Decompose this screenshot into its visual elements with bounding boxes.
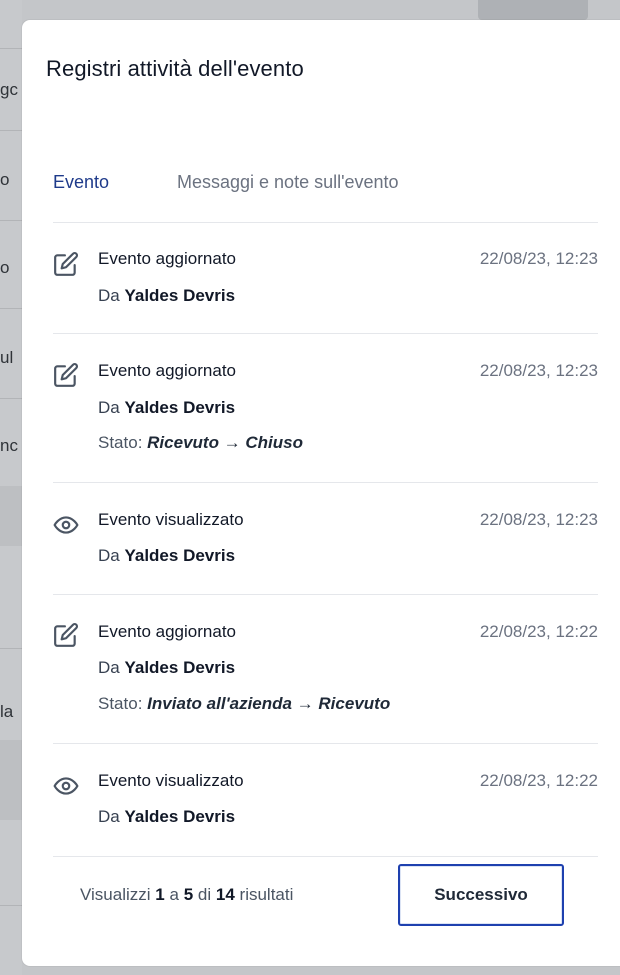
log-author-name: Yaldes Devris (124, 807, 236, 826)
log-timestamp: 22/08/23, 12:23 (479, 361, 598, 380)
background-text-fragment: o (0, 258, 10, 277)
log-title: Evento aggiornato (98, 249, 236, 268)
pagination-footer: Visualizzi 1 a 5 di 14 risultati Success… (22, 860, 620, 950)
log-timestamp: 22/08/23, 12:22 (479, 771, 598, 790)
log-author: Da Yaldes Devris (98, 807, 235, 827)
activity-log-modal: Registri attività dell'evento Evento Mes… (22, 20, 620, 966)
activity-log-list: Evento aggiornato 22/08/23, 12:23 Da Yal… (53, 223, 598, 857)
background-text-fragment: o (0, 170, 10, 189)
next-page-button[interactable]: Successivo (398, 864, 564, 926)
log-item: Evento aggiornato 22/08/23, 12:23 Da Yal… (53, 334, 598, 483)
log-author-name: Yaldes Devris (124, 546, 236, 565)
background-row-divider (0, 220, 22, 221)
results-sep: di (197, 885, 212, 904)
status-label: Stato: (98, 433, 143, 452)
modal-title: Registri attività dell'evento (46, 56, 304, 81)
log-timestamp: 22/08/23, 12:23 (479, 510, 598, 529)
results-total: 14 (215, 885, 235, 904)
background-row-shade (0, 486, 22, 546)
log-timestamp: 22/08/23, 12:23 (479, 249, 598, 268)
log-author-prefix: Da (98, 286, 120, 305)
results-to: 5 (183, 885, 194, 904)
background-text-fragment: la (0, 702, 14, 721)
tab-messaggi-note[interactable]: Messaggi e note sull'evento (177, 172, 399, 193)
status-label: Stato: (98, 694, 143, 713)
background-row-divider (0, 398, 22, 399)
eye-icon (53, 512, 79, 538)
background-row-divider (0, 905, 22, 906)
log-status-change: Stato: Ricevuto → Chiuso (98, 433, 303, 453)
log-item: Evento visualizzato 22/08/23, 12:22 Da Y… (53, 744, 598, 857)
log-author-name: Yaldes Devris (124, 398, 236, 417)
background-top-element (478, 0, 588, 20)
log-timestamp: 22/08/23, 12:22 (479, 622, 598, 641)
log-item: Evento aggiornato 22/08/23, 12:22 Da Yal… (53, 595, 598, 744)
log-author-prefix: Da (98, 658, 120, 677)
background-row-divider (0, 48, 22, 49)
log-title: Evento visualizzato (98, 510, 244, 529)
log-title: Evento aggiornato (98, 622, 236, 641)
status-value: Ricevuto → Chiuso (147, 433, 304, 452)
log-item: Evento visualizzato 22/08/23, 12:23 Da Y… (53, 483, 598, 595)
results-prefix: Visualizzi (80, 885, 151, 904)
background-row-divider (0, 308, 22, 309)
log-author: Da Yaldes Devris (98, 658, 235, 678)
background-text-fragment: ul (0, 348, 14, 367)
log-author-prefix: Da (98, 546, 120, 565)
log-author: Da Yaldes Devris (98, 546, 235, 566)
log-status-change: Stato: Inviato all'azienda → Ricevuto (98, 694, 390, 714)
log-title: Evento aggiornato (98, 361, 236, 380)
tab-bar: Evento Messaggi e note sull'evento (53, 170, 598, 223)
edit-icon (53, 362, 79, 388)
results-summary: Visualizzi 1 a 5 di 14 risultati (80, 885, 293, 905)
log-item: Evento aggiornato 22/08/23, 12:23 Da Yal… (53, 223, 598, 334)
tab-evento[interactable]: Evento (53, 172, 109, 193)
background-text-fragment: nc (0, 436, 18, 455)
status-value: Inviato all'azienda → Ricevuto (147, 694, 391, 713)
background-text-fragment: gc (0, 80, 18, 99)
eye-icon (53, 773, 79, 799)
edit-icon (53, 622, 79, 648)
log-title: Evento visualizzato (98, 771, 244, 790)
background-row-divider (0, 648, 22, 649)
edit-icon (53, 251, 79, 277)
log-author-name: Yaldes Devris (124, 286, 236, 305)
log-author: Da Yaldes Devris (98, 398, 235, 418)
results-suffix: risultati (239, 885, 294, 904)
log-author-prefix: Da (98, 398, 120, 417)
results-sep: a (169, 885, 179, 904)
log-author-prefix: Da (98, 807, 120, 826)
background-row-shade (0, 740, 22, 820)
log-author-name: Yaldes Devris (124, 658, 236, 677)
results-from: 1 (155, 885, 165, 904)
background-row-divider (0, 130, 22, 131)
log-author: Da Yaldes Devris (98, 286, 235, 306)
